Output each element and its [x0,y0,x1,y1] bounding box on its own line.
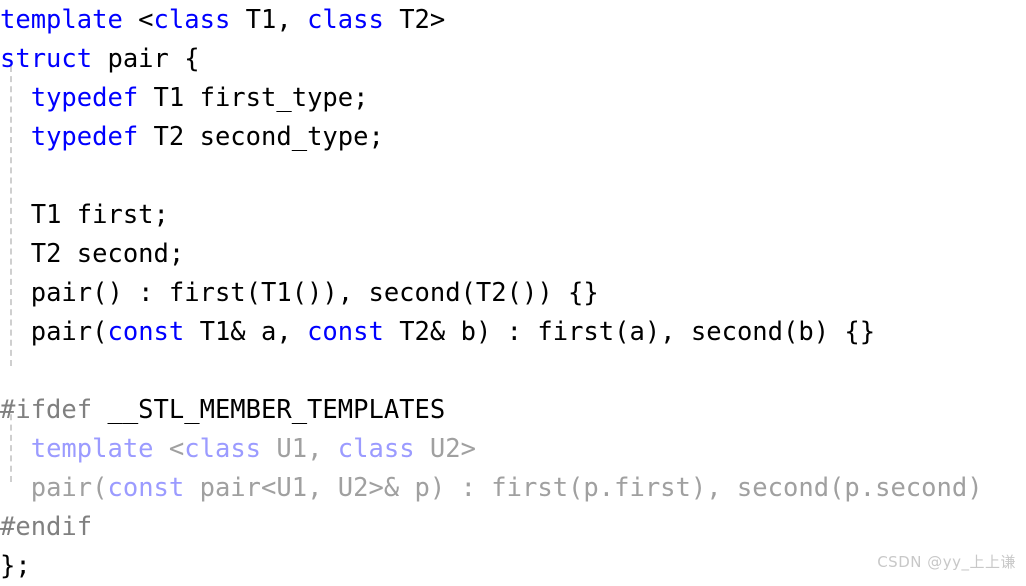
code-line[interactable]: #ifdef __STL_MEMBER_TEMPLATES [0,391,1026,430]
code-token: pair( [30,317,108,347]
code-token: pair() : first(T1()), second(T2()) {} [30,278,599,308]
code-token: __STL_MEMBER_TEMPLATES [92,395,446,425]
csdn-watermark: CSDN @yy_上上谦 [877,553,1016,571]
code-token: class [153,5,231,35]
code-line[interactable]: pair() : first(T1()), second(T2()) {} [0,274,1026,313]
code-line[interactable]: template <class U1, class U2> [0,430,1026,469]
code-token: class [307,5,384,35]
code-token: < [153,434,185,464]
code-line[interactable]: pair(const pair<U1, U2>& p) : first(p.fi… [0,469,1026,508]
code-line[interactable]: template <class T1, class T2> [0,1,1026,40]
code-token: T2 second_type; [138,122,384,152]
code-token: T1 first_type; [138,83,369,113]
code-token: T2& b) : first(a), second(b) {} [383,317,876,347]
code-line[interactable]: typedef T2 second_type; [0,118,1026,157]
code-line[interactable]: T1 first; [0,196,1026,235]
code-token: U2> [414,434,476,464]
code-token: U1, [261,434,338,464]
code-token: class [184,434,262,464]
code-token: T1& a, [184,317,308,347]
code-line[interactable] [0,352,1026,391]
code-line[interactable]: pair(const T1& a, const T2& b) : first(a… [0,313,1026,352]
code-line[interactable]: struct pair { [0,40,1026,79]
code-token: T1, [230,5,308,35]
code-line[interactable]: typedef T1 first_type; [0,79,1026,118]
code-token: T2> [383,5,446,35]
code-line-list: template <class T1, class T2> struct pair… [0,0,1026,586]
code-line[interactable]: T2 second; [0,235,1026,274]
code-token: pair { [92,44,200,74]
code-token: < [122,5,154,35]
code-token: #endif [0,512,93,542]
code-token: class [337,434,415,464]
code-line[interactable]: #endif [0,508,1026,547]
code-token: T1 first; [30,200,169,230]
code-token: template [30,434,154,464]
code-token: pair<U1, U2>& p) : first(p.first), secon… [184,473,983,503]
code-line[interactable] [0,157,1026,196]
code-token: T2 second; [30,239,185,269]
code-token: const [107,473,185,503]
code-token: typedef [30,122,139,152]
code-token: }; [0,551,31,581]
code-token: template [0,5,123,35]
code-line[interactable]: }; [0,547,1026,586]
code-token: struct [0,44,93,74]
code-token: pair( [30,473,108,503]
code-token: const [107,317,185,347]
code-viewer[interactable]: template <class T1, class T2> struct pair… [0,0,1026,581]
code-token: #ifdef [0,395,93,425]
code-token: typedef [30,83,139,113]
code-token: const [307,317,384,347]
